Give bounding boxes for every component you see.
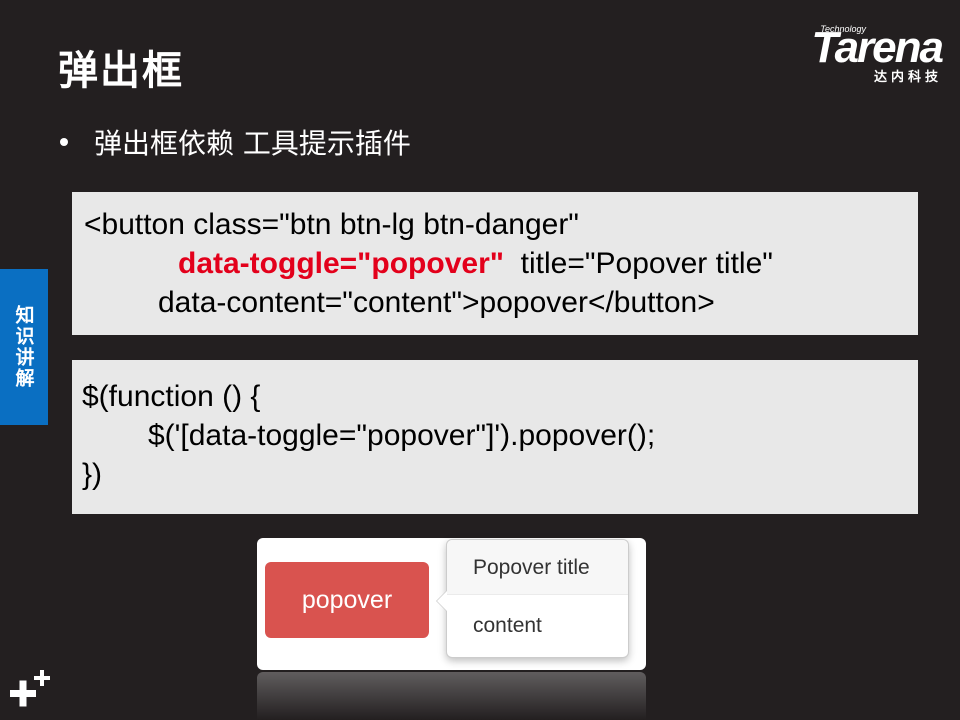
bullet-point: 弹出框依赖 工具提示插件 <box>60 122 411 162</box>
code-js-line-1: $(function () { <box>82 380 261 413</box>
logo-brand: Tarena <box>811 23 944 72</box>
demo-popover-button[interactable]: popover <box>265 562 429 638</box>
side-tab-label: 知识讲解 <box>12 305 35 389</box>
slide-title: 弹出框 <box>58 48 184 94</box>
popover-title: Popover title <box>447 540 628 595</box>
code-html-line-2: data-toggle="popover" title="Popover tit… <box>178 247 773 281</box>
logo-cn-name: 达内科技 <box>873 70 942 85</box>
code-block-js: $(function () { $('[data-toggle="popover… <box>72 360 918 514</box>
bullet-dot-icon <box>60 138 68 146</box>
demo-reflection <box>257 672 646 720</box>
code-html-line-3: data-content="content">popover</button> <box>158 286 715 319</box>
code-js-line-2: $('[data-toggle="popover"]').popover(); <box>148 419 656 452</box>
popover-content: content <box>473 614 542 637</box>
popover-demo-image: popover Popover title content <box>257 538 646 670</box>
code-html-line-1: <button class="btn btn-lg btn-danger" <box>84 208 579 241</box>
code-html-line-2-rest: title="Popover title" <box>503 247 773 280</box>
popover-box: Popover title content <box>436 539 629 658</box>
plus-icon <box>10 670 50 707</box>
code-js-line-3: }) <box>82 458 103 491</box>
popover-arrow-icon <box>436 590 447 612</box>
bullet-text: 弹出框依赖 工具提示插件 <box>94 127 411 160</box>
side-tab-knowledge: 知识讲解 <box>0 269 48 425</box>
code-highlight-data-toggle: data-toggle="popover" <box>178 247 504 280</box>
code-block-html: <button class="btn btn-lg btn-danger" da… <box>72 192 918 335</box>
tarena-logo: Technology Tarena 达内科技 <box>782 22 944 85</box>
